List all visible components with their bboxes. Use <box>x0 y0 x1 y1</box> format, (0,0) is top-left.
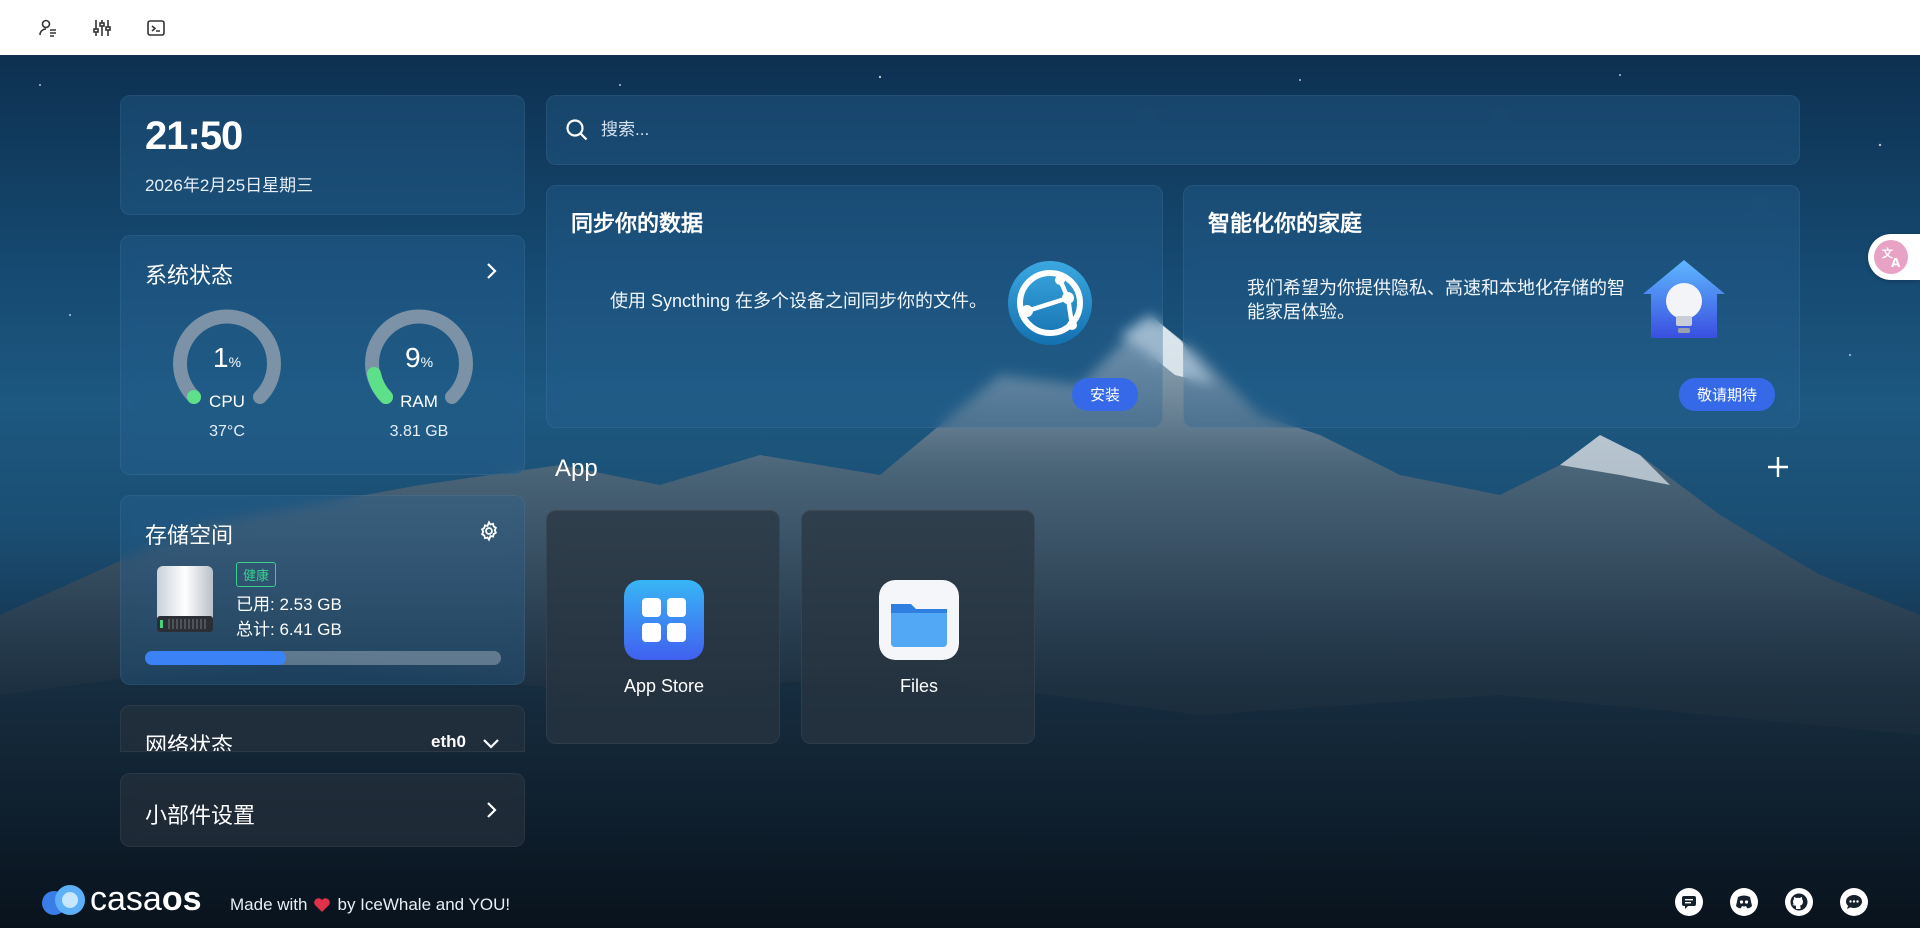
ram-total: 3.81 GB <box>389 423 449 440</box>
files-folder-icon <box>879 580 959 660</box>
system-status-title: 系统状态 <box>145 263 234 288</box>
brand-name: casaos <box>90 880 202 918</box>
discord-icon[interactable] <box>1730 888 1758 916</box>
cpu-temperature: 37°C <box>209 423 245 440</box>
app-name: Files <box>899 676 938 696</box>
heart-icon <box>314 898 331 912</box>
chevron-right-icon[interactable] <box>482 262 500 280</box>
install-button[interactable]: 安装 <box>1071 378 1138 411</box>
smart-home-card: 智能化你的家庭 我们希望为你提供隐私、高速和本地化存储的智能家居体验。 敬请期待 <box>1183 185 1800 428</box>
sliders-icon[interactable] <box>90 16 114 40</box>
hard-drive-icon <box>157 566 213 632</box>
account-icon[interactable] <box>36 16 60 40</box>
network-interface-select[interactable]: eth0 <box>431 732 466 751</box>
social-links <box>1675 888 1868 916</box>
search-input[interactable] <box>601 120 1701 140</box>
search-bar[interactable] <box>546 95 1800 165</box>
smart-home-bulb-icon <box>1643 260 1725 338</box>
casaos-cloud-icon <box>42 884 85 915</box>
storage-used: 已用: 2.53 GB <box>236 595 342 614</box>
storage-total: 总计: 6.41 GB <box>236 620 342 639</box>
svg-text:A: A <box>1891 256 1901 270</box>
ram-percent: 9% <box>404 342 434 373</box>
coming-soon-button[interactable]: 敬请期待 <box>1678 378 1775 411</box>
cpu-gauge: 1% CPU 37°C <box>167 304 287 474</box>
widget-settings-title: 小部件设置 <box>145 803 256 828</box>
app-tile-app-store[interactable]: App Store <box>546 510 780 744</box>
clock-widget: 21:50 2026年2月25日星期三 <box>120 95 525 215</box>
home-card-description: 我们希望为你提供隐私、高速和本地化存储的智能家居体验。 <box>1247 278 1625 322</box>
storage-usage-fill <box>145 651 286 665</box>
clock-time: 21:50 <box>145 114 243 158</box>
gear-icon[interactable] <box>478 520 500 542</box>
sync-card-title: 同步你的数据 <box>571 211 704 236</box>
health-badge: 健康 <box>236 562 277 587</box>
clock-date: 2026年2月25日星期三 <box>145 176 314 195</box>
add-app-icon[interactable] <box>1765 454 1791 480</box>
github-icon[interactable] <box>1785 888 1813 916</box>
cpu-percent: 1% <box>212 342 242 373</box>
storage-title: 存储空间 <box>145 523 234 548</box>
search-icon <box>566 119 588 141</box>
network-status-widget: 网络状态 eth0 <box>120 705 525 752</box>
app-tile-files[interactable]: Files <box>801 510 1035 744</box>
forum-icon[interactable] <box>1675 888 1703 916</box>
storage-widget: 存储空间 健康 已用: 2.53 GB 总计: 6.41 GB <box>120 495 525 685</box>
network-status-title: 网络状态 <box>145 733 234 752</box>
ram-gauge: 9% RAM 3.81 GB <box>359 304 479 474</box>
made-with-suffix: by IceWhale and YOU! <box>337 895 511 914</box>
sync-data-card: 同步你的数据 使用 Syncthing 在多个设备之间同步你的文件。 安装 <box>546 185 1163 428</box>
terminal-icon[interactable] <box>144 16 168 40</box>
made-with-credit: Made with by IceWhale and YOU! <box>230 895 510 915</box>
chat-icon[interactable] <box>1840 888 1868 916</box>
casaos-logo: casaos <box>40 880 202 919</box>
storage-usage-bar <box>145 651 501 665</box>
sync-card-description: 使用 Syncthing 在多个设备之间同步你的文件。 <box>610 291 988 311</box>
translate-button[interactable]: 文 A <box>1868 234 1920 280</box>
made-with-prefix: Made with <box>230 895 308 914</box>
ram-label: RAM <box>400 392 438 411</box>
app-name: App Store <box>623 676 705 696</box>
widget-settings-button[interactable]: 小部件设置 <box>120 773 525 847</box>
app-store-icon <box>624 580 704 660</box>
top-toolbar <box>0 0 1920 55</box>
chevron-down-icon[interactable] <box>482 734 500 752</box>
chevron-right-icon <box>487 802 497 818</box>
system-status-widget: 系统状态 1% CPU 37°C 9% RAM 3.81 GB <box>120 235 525 475</box>
app-section-title: App <box>555 455 598 482</box>
home-card-title: 智能化你的家庭 <box>1208 211 1363 236</box>
cpu-label: CPU <box>209 392 245 411</box>
translate-icon: 文 A <box>1874 240 1908 274</box>
syncthing-icon <box>1008 261 1092 345</box>
